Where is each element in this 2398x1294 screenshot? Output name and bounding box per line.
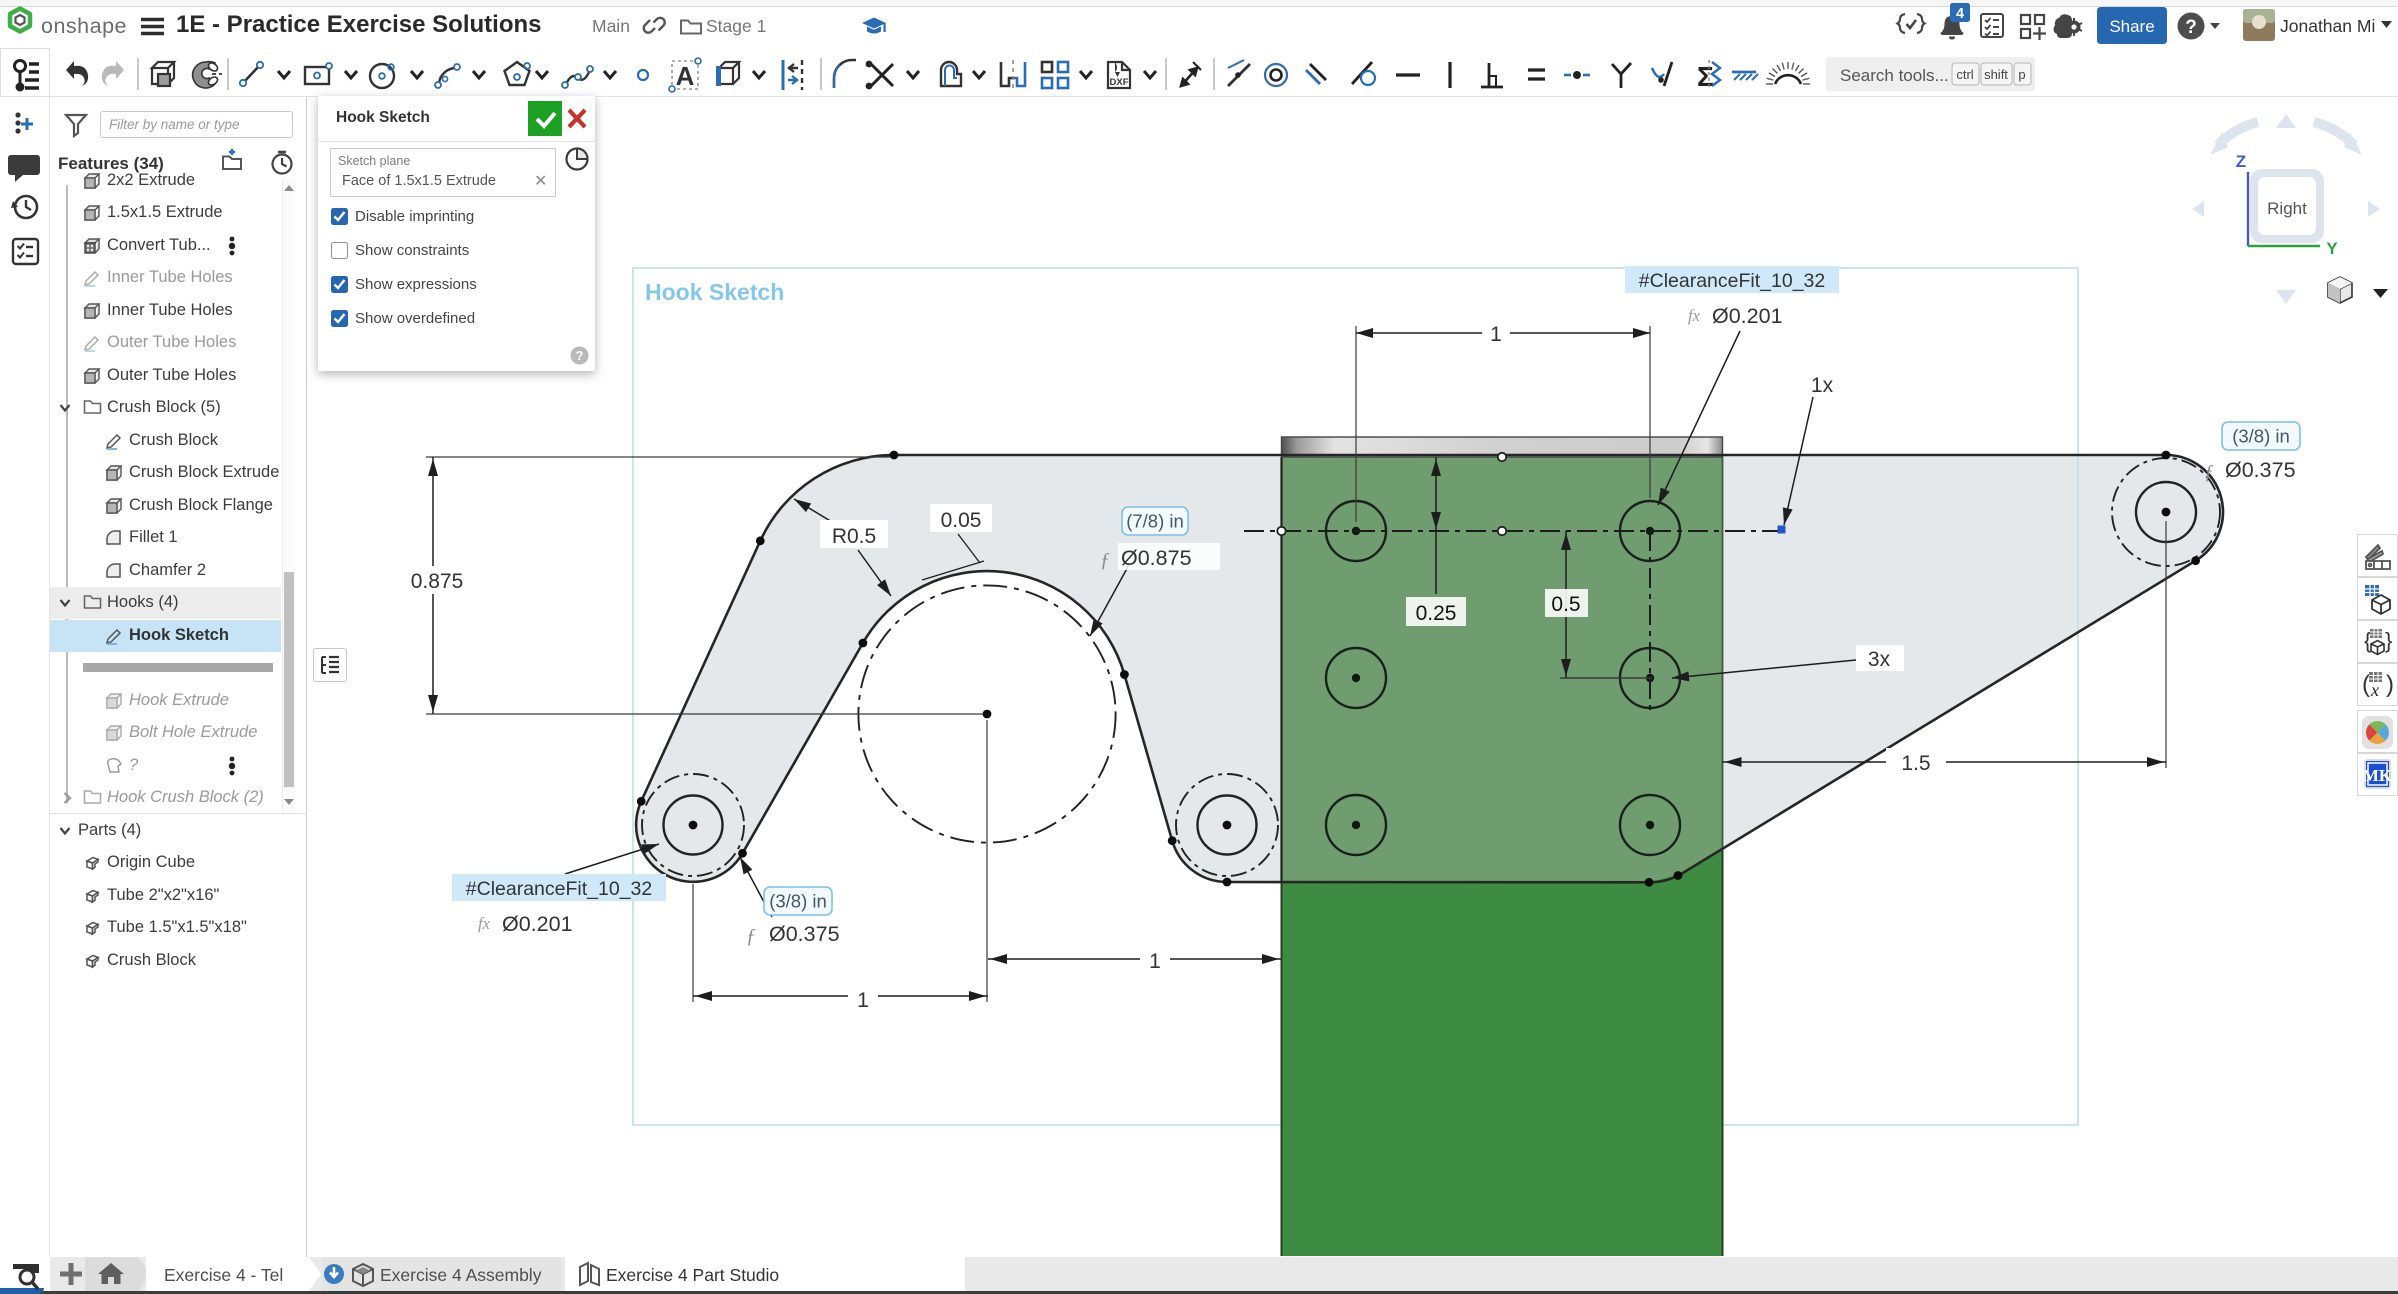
svg-text:(3/8) in: (3/8) in: [2232, 426, 2290, 447]
svg-text:1: 1: [857, 989, 869, 1012]
svg-text:Σ: Σ: [1697, 61, 1714, 92]
svg-text:onshape: onshape: [41, 14, 127, 38]
svg-text:fx: fx: [1688, 306, 1701, 325]
svg-text:Y: Y: [2326, 239, 2338, 258]
svg-text:Stage 1: Stage 1: [706, 16, 766, 36]
svg-text:?: ?: [2185, 17, 2197, 38]
svg-text:0.05: 0.05: [941, 509, 982, 532]
svg-text:ƒ: ƒ: [1100, 549, 1110, 571]
svg-text:4: 4: [1956, 6, 1964, 22]
svg-text:Share: Share: [2109, 17, 2154, 36]
svg-text:Exercise 4 Assembly: Exercise 4 Assembly: [380, 1265, 542, 1285]
svg-text:Jonathan Mi: Jonathan Mi: [2280, 16, 2375, 36]
svg-text:Z: Z: [2236, 152, 2246, 171]
svg-text:ƒ: ƒ: [2204, 461, 2214, 483]
svg-text:R0.5: R0.5: [832, 525, 876, 548]
svg-text:ctrl: ctrl: [1956, 67, 1973, 82]
svg-text:DXF: DXF: [1110, 77, 1129, 88]
svg-text:1: 1: [1490, 323, 1502, 346]
svg-text:ƒ: ƒ: [746, 925, 756, 947]
svg-text:Ø0.375: Ø0.375: [769, 922, 840, 946]
svg-text:#ClearanceFit_10_32: #ClearanceFit_10_32: [1639, 270, 1825, 292]
svg-text:?: ?: [576, 348, 584, 363]
svg-text:Main: Main: [592, 16, 630, 36]
svg-text:(7/8) in: (7/8) in: [1126, 511, 1184, 532]
svg-text:1: 1: [1149, 950, 1161, 973]
svg-text:#ClearanceFit_10_32: #ClearanceFit_10_32: [466, 878, 652, 900]
svg-text:Ø0.875: Ø0.875: [1121, 546, 1192, 570]
svg-text:(3/8) in: (3/8) in: [769, 891, 827, 912]
svg-text:1x: 1x: [1811, 374, 1834, 397]
svg-text:0.5: 0.5: [1551, 593, 1580, 616]
svg-text:Ø0.201: Ø0.201: [1712, 304, 1783, 328]
svg-text:p: p: [2018, 67, 2025, 82]
svg-text:0.875: 0.875: [411, 570, 464, 593]
svg-text:Hook Sketch: Hook Sketch: [645, 279, 784, 305]
svg-text:3x: 3x: [1868, 648, 1891, 671]
svg-text:fx: fx: [478, 914, 491, 933]
svg-text:A: A: [676, 61, 695, 91]
svg-text:0.25: 0.25: [1416, 602, 1457, 625]
svg-text:Exercise 4 Part Studio: Exercise 4 Part Studio: [606, 1265, 779, 1285]
svg-text:Ø0.201: Ø0.201: [502, 912, 573, 936]
svg-text:shift: shift: [1984, 67, 2008, 82]
svg-text:Search tools...: Search tools...: [1840, 66, 1949, 85]
svg-text:Ø0.375: Ø0.375: [2225, 458, 2296, 482]
svg-text:1.5: 1.5: [1901, 752, 1930, 775]
svg-text:Exercise 4 - Tel: Exercise 4 - Tel: [164, 1265, 283, 1285]
svg-text:Right: Right: [2267, 199, 2307, 218]
